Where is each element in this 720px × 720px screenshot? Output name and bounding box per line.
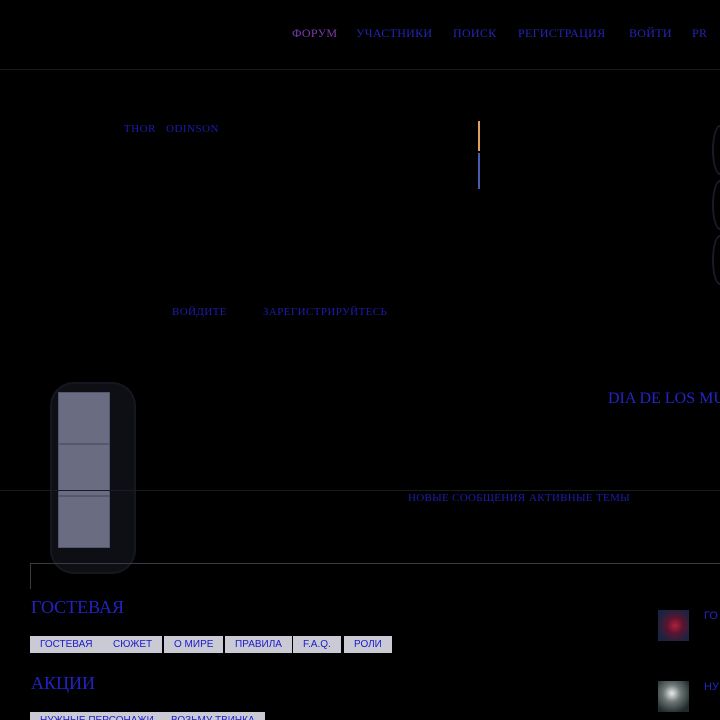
nav-forum-link[interactable]: ФОРУМ <box>292 26 337 41</box>
nav-register-link[interactable]: РЕГИСТРАЦИЯ <box>518 26 605 41</box>
strip-image[interactable] <box>58 392 110 444</box>
new-posts-link[interactable]: НОВЫЕ СООБЩЕНИЯ <box>408 492 525 504</box>
decorative-arc <box>712 235 720 285</box>
forum-avatar-thumbnail[interactable] <box>658 610 689 641</box>
top-navigation: ФОРУМ УЧАСТНИКИ ПОИСК РЕГИСТРАЦИЯ ВОЙТИ … <box>0 0 720 70</box>
accent-line-orange <box>478 121 480 151</box>
forum-topic-link[interactable]: ГО <box>704 610 718 622</box>
character-last-name: ODINSON <box>166 123 219 135</box>
strip-image[interactable] <box>58 444 110 496</box>
register-link[interactable]: ЗАРЕГИСТРИРУЙТЕСЬ <box>263 306 387 318</box>
tag-plot[interactable]: СЮЖЕТ <box>103 636 163 653</box>
tag-needed-characters[interactable]: НУЖНЫЕ ПЕРСОНАЖИ <box>30 712 164 720</box>
nav-login-link[interactable]: ВОЙТИ <box>629 26 672 41</box>
content-frame <box>30 563 720 589</box>
section-divider <box>0 490 720 491</box>
nav-search-link[interactable]: ПОИСК <box>453 26 497 41</box>
forum-avatar-thumbnail[interactable] <box>658 681 689 712</box>
decorative-arc <box>712 125 720 175</box>
tag-faq[interactable]: F.A.Q. <box>293 636 341 653</box>
strip-image[interactable] <box>58 496 110 548</box>
section-title-promotions[interactable]: АКЦИИ <box>31 673 95 694</box>
tag-roles[interactable]: РОЛИ <box>344 636 392 653</box>
tag-take-alt[interactable]: ВОЗЬМУ ТВИНКА <box>161 712 265 720</box>
hero-title: DIA DE LOS MU <box>608 390 720 407</box>
decorative-arc <box>712 180 720 230</box>
section-title-guestbook[interactable]: ГОСТЕВАЯ <box>31 597 124 618</box>
active-topics-link[interactable]: АКТИВНЫЕ ТЕМЫ <box>529 492 630 504</box>
tag-guestbook[interactable]: ГОСТЕВАЯ <box>30 636 103 653</box>
nav-pr-link[interactable]: PR <box>692 26 707 41</box>
forum-topic-link[interactable]: НУ <box>704 681 719 693</box>
login-link[interactable]: ВОЙДИТЕ <box>172 306 227 318</box>
tag-rules[interactable]: ПРАВИЛА <box>225 636 292 653</box>
accent-line-blue <box>478 153 480 189</box>
nav-members-link[interactable]: УЧАСТНИКИ <box>356 26 432 41</box>
page: ФОРУМ УЧАСТНИКИ ПОИСК РЕГИСТРАЦИЯ ВОЙТИ … <box>0 0 720 720</box>
character-first-name: THOR <box>124 123 156 135</box>
tag-about-world[interactable]: О МИРЕ <box>164 636 224 653</box>
